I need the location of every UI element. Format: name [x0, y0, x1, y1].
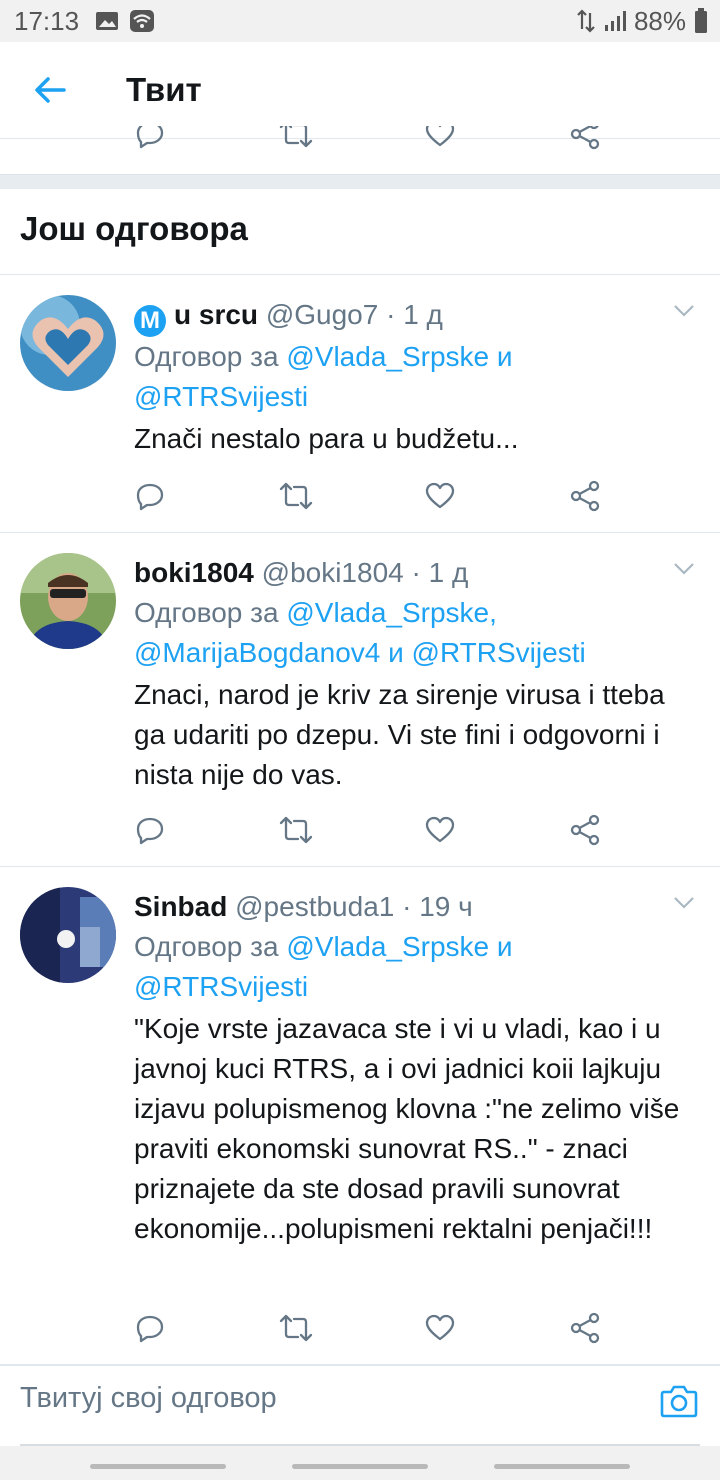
share-icon[interactable]	[568, 814, 602, 851]
avatar[interactable]	[20, 887, 116, 983]
reply-icon[interactable]	[134, 814, 166, 851]
like-icon[interactable]	[424, 480, 456, 517]
wifi-status-icon	[130, 10, 155, 32]
top-app-bar: Твит	[0, 42, 720, 139]
display-name[interactable]: Sinbad	[134, 891, 227, 922]
share-icon[interactable]	[568, 1312, 602, 1349]
display-name[interactable]: boki1804	[134, 557, 254, 588]
tweet-text: Znači nestalo para u budžetu...	[134, 423, 519, 454]
battery-percent: 88%	[633, 5, 686, 36]
battery-icon	[695, 8, 707, 33]
reply-icon[interactable]	[134, 126, 166, 154]
tweet-actions	[134, 814, 614, 854]
mention-link[interactable]: @Vlada_Srpske	[286, 931, 489, 962]
nav-recents-button[interactable]	[90, 1464, 226, 1469]
reply-icon[interactable]	[134, 1312, 166, 1349]
reply-context: Одговор за @Vlada_Srpske и @RTRSvijesti	[134, 931, 513, 1002]
reply-context: Одговор за @Vlada_Srpske, @MarijaBogdano…	[134, 597, 586, 668]
reply-tweet[interactable]: Mu srcu @Gugo7 · 1 д Одговор за @Vlada_S…	[0, 275, 720, 533]
tweet-text: "Koje vrste jazavaca ste i vi u vladi, k…	[134, 1013, 680, 1244]
chevron-down-icon[interactable]	[672, 895, 696, 916]
tweet-actions	[134, 480, 614, 520]
tweet-time: 1 д	[428, 557, 469, 588]
retweet-icon[interactable]	[278, 126, 314, 154]
user-handle[interactable]: @boki1804	[262, 557, 404, 588]
mention-link[interactable]: @RTRSvijesti	[412, 637, 586, 668]
reply-composer: Твитуј свој одговор	[0, 1365, 720, 1446]
system-nav-bar	[0, 1446, 720, 1480]
display-name[interactable]: u srcu	[174, 299, 258, 330]
previous-tweet-actions	[0, 126, 720, 154]
reply-tweet[interactable]: boki1804 @boki1804 · 1 д Одговор за @Vla…	[0, 533, 720, 867]
share-icon[interactable]	[568, 126, 602, 154]
like-icon[interactable]	[424, 814, 456, 851]
share-icon[interactable]	[568, 480, 602, 517]
name-badge-icon: M	[134, 305, 166, 337]
tweet-time: 1 д	[403, 299, 443, 330]
mention-link[interactable]: @MarijaBogdanov4	[134, 637, 380, 668]
retweet-icon[interactable]	[278, 480, 314, 517]
separator-dot: ·	[411, 557, 421, 588]
reply-context: Одговор за @Vlada_Srpske и @RTRSvijesti	[134, 341, 513, 412]
user-handle[interactable]: @pestbuda1	[235, 891, 394, 922]
camera-icon[interactable]	[660, 1384, 698, 1423]
retweet-icon[interactable]	[278, 814, 314, 851]
user-handle[interactable]: @Gugo7	[266, 299, 379, 330]
gallery-icon	[96, 12, 119, 30]
status-time: 17:13	[14, 5, 80, 36]
section-separator	[0, 174, 720, 189]
reply-icon[interactable]	[134, 480, 166, 517]
mention-link[interactable]: @Vlada_Srpske,	[286, 597, 497, 628]
back-button[interactable]	[20, 60, 80, 120]
avatar[interactable]	[20, 295, 116, 391]
reply-input[interactable]: Твитуј свој одговор	[20, 1382, 277, 1415]
back-arrow-icon	[35, 77, 66, 103]
mention-link[interactable]: @Vlada_Srpske	[286, 341, 489, 372]
mention-link[interactable]: @RTRSvijesti	[134, 381, 308, 412]
mention-link[interactable]: @RTRSvijesti	[134, 971, 308, 1002]
separator-dot: ·	[386, 299, 396, 330]
reply-tweet[interactable]: Sinbad @pestbuda1 · 19 ч Одговор за @Vla…	[0, 867, 720, 1365]
nav-back-button[interactable]	[494, 1464, 630, 1469]
tweet-time: 19 ч	[419, 891, 473, 922]
separator-dot: ·	[402, 891, 412, 922]
page-title: Твит	[126, 71, 202, 108]
nav-home-button[interactable]	[292, 1464, 428, 1469]
avatar[interactable]	[20, 553, 116, 649]
like-icon[interactable]	[424, 1312, 456, 1349]
chevron-down-icon[interactable]	[672, 303, 696, 324]
data-transfer-icon	[577, 9, 595, 33]
tweet-actions	[134, 1312, 614, 1352]
signal-icon	[604, 11, 626, 31]
more-replies-heading: Још одговора	[20, 210, 248, 247]
retweet-icon[interactable]	[278, 1312, 314, 1349]
status-bar: 17:13 88%	[0, 0, 720, 42]
chevron-down-icon[interactable]	[672, 561, 696, 582]
tweet-text: Znaci, narod je kriv za sirenje virusa i…	[134, 679, 665, 790]
like-icon[interactable]	[424, 126, 456, 154]
